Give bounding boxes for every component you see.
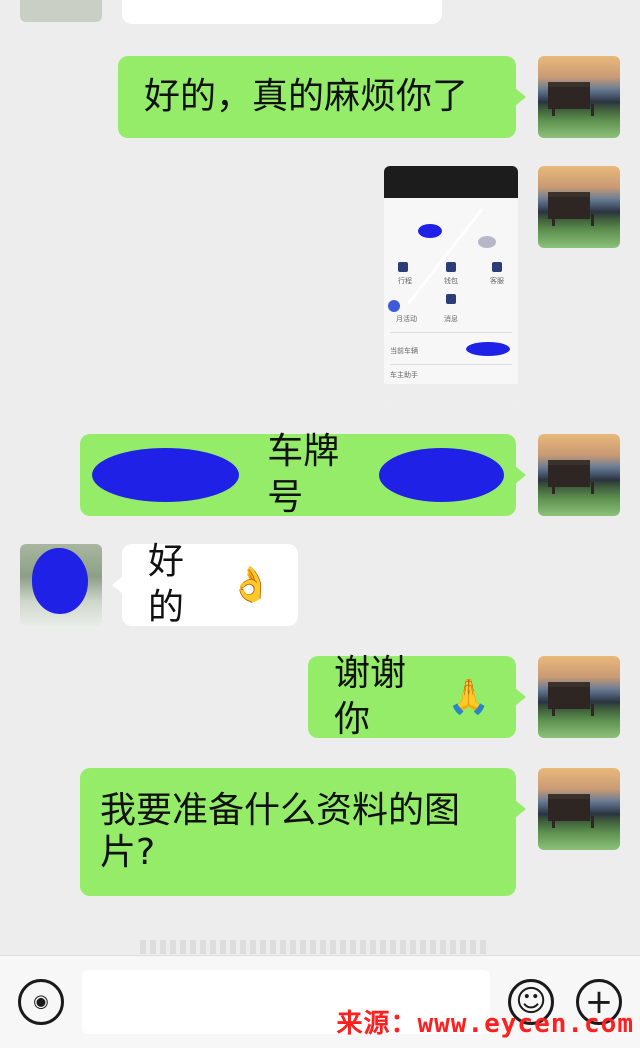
scroll-fade (140, 940, 490, 954)
message-bubble-previous (122, 0, 442, 24)
message-bubble-received: 好的 👌 (112, 541, 298, 628)
folded-hands-emoji: 🙏 (447, 677, 490, 717)
message-text: 车牌号 (267, 431, 340, 518)
message-bubble-sent: 谢谢你 🙏 (308, 653, 526, 740)
screenshot-label: 客服 (490, 277, 504, 285)
redaction-blob (378, 448, 504, 502)
message-text: 好的 (148, 541, 185, 628)
message-text: 好的，真的麻烦你了 (144, 76, 469, 117)
image-message[interactable]: 行程 钱包 客服 月活动 消息 当前车辆 车主助手 (384, 166, 518, 406)
avatar-me[interactable] (538, 656, 620, 738)
wallet-icon (446, 262, 456, 272)
screenshot-label: 钱包 (444, 277, 458, 285)
screenshot-label: 行程 (398, 277, 412, 285)
screenshot-label: 月活动 (396, 315, 417, 323)
avatar-other-previous[interactable] (20, 0, 102, 22)
screenshot-bottom-bar (384, 384, 518, 406)
avatar-me[interactable] (538, 768, 620, 850)
divider (390, 364, 512, 365)
trip-icon (398, 262, 408, 272)
glare (407, 207, 484, 305)
ok-hand-emoji: 👌 (229, 565, 272, 605)
redaction-blob (32, 548, 88, 614)
message-icon (446, 294, 456, 304)
avatar-me[interactable] (538, 166, 620, 248)
chat-area[interactable]: 好的，真的麻烦你了 行程 钱包 客服 月活动 消息 当前车辆 车主助手 车牌号 … (0, 0, 640, 955)
redaction-blob (92, 448, 240, 502)
activity-icon (388, 300, 400, 312)
avatar-thumb (478, 236, 496, 248)
screenshot-label: 当前车辆 (390, 347, 418, 355)
avatar-other[interactable] (20, 544, 102, 626)
redaction-blob (418, 224, 442, 238)
input-bar: ◉ ☺ + 来源：www.eycen.com (0, 955, 640, 1048)
avatar-me[interactable] (538, 434, 620, 516)
message-text: 我要准备什么资料的图片? (100, 790, 461, 873)
voice-icon[interactable]: ◉ (18, 979, 64, 1025)
watermark: 来源：www.eycen.com (336, 1009, 634, 1039)
screenshot-label: 消息 (444, 315, 458, 323)
screenshot-label: 车主助手 (390, 371, 418, 379)
avatar-me[interactable] (538, 56, 620, 138)
redaction-blob (466, 342, 510, 356)
message-text: 谢谢你 (334, 653, 407, 740)
service-icon (492, 262, 502, 272)
message-bubble-sent: 我要准备什么资料的图片? (80, 768, 526, 896)
divider (390, 332, 512, 333)
message-bubble-sent: 车牌号 (80, 431, 526, 518)
voice-glyph: ◉ (33, 991, 49, 1012)
screenshot-status-bar (384, 166, 518, 198)
message-bubble-sent: 好的，真的麻烦你了 (118, 56, 526, 138)
